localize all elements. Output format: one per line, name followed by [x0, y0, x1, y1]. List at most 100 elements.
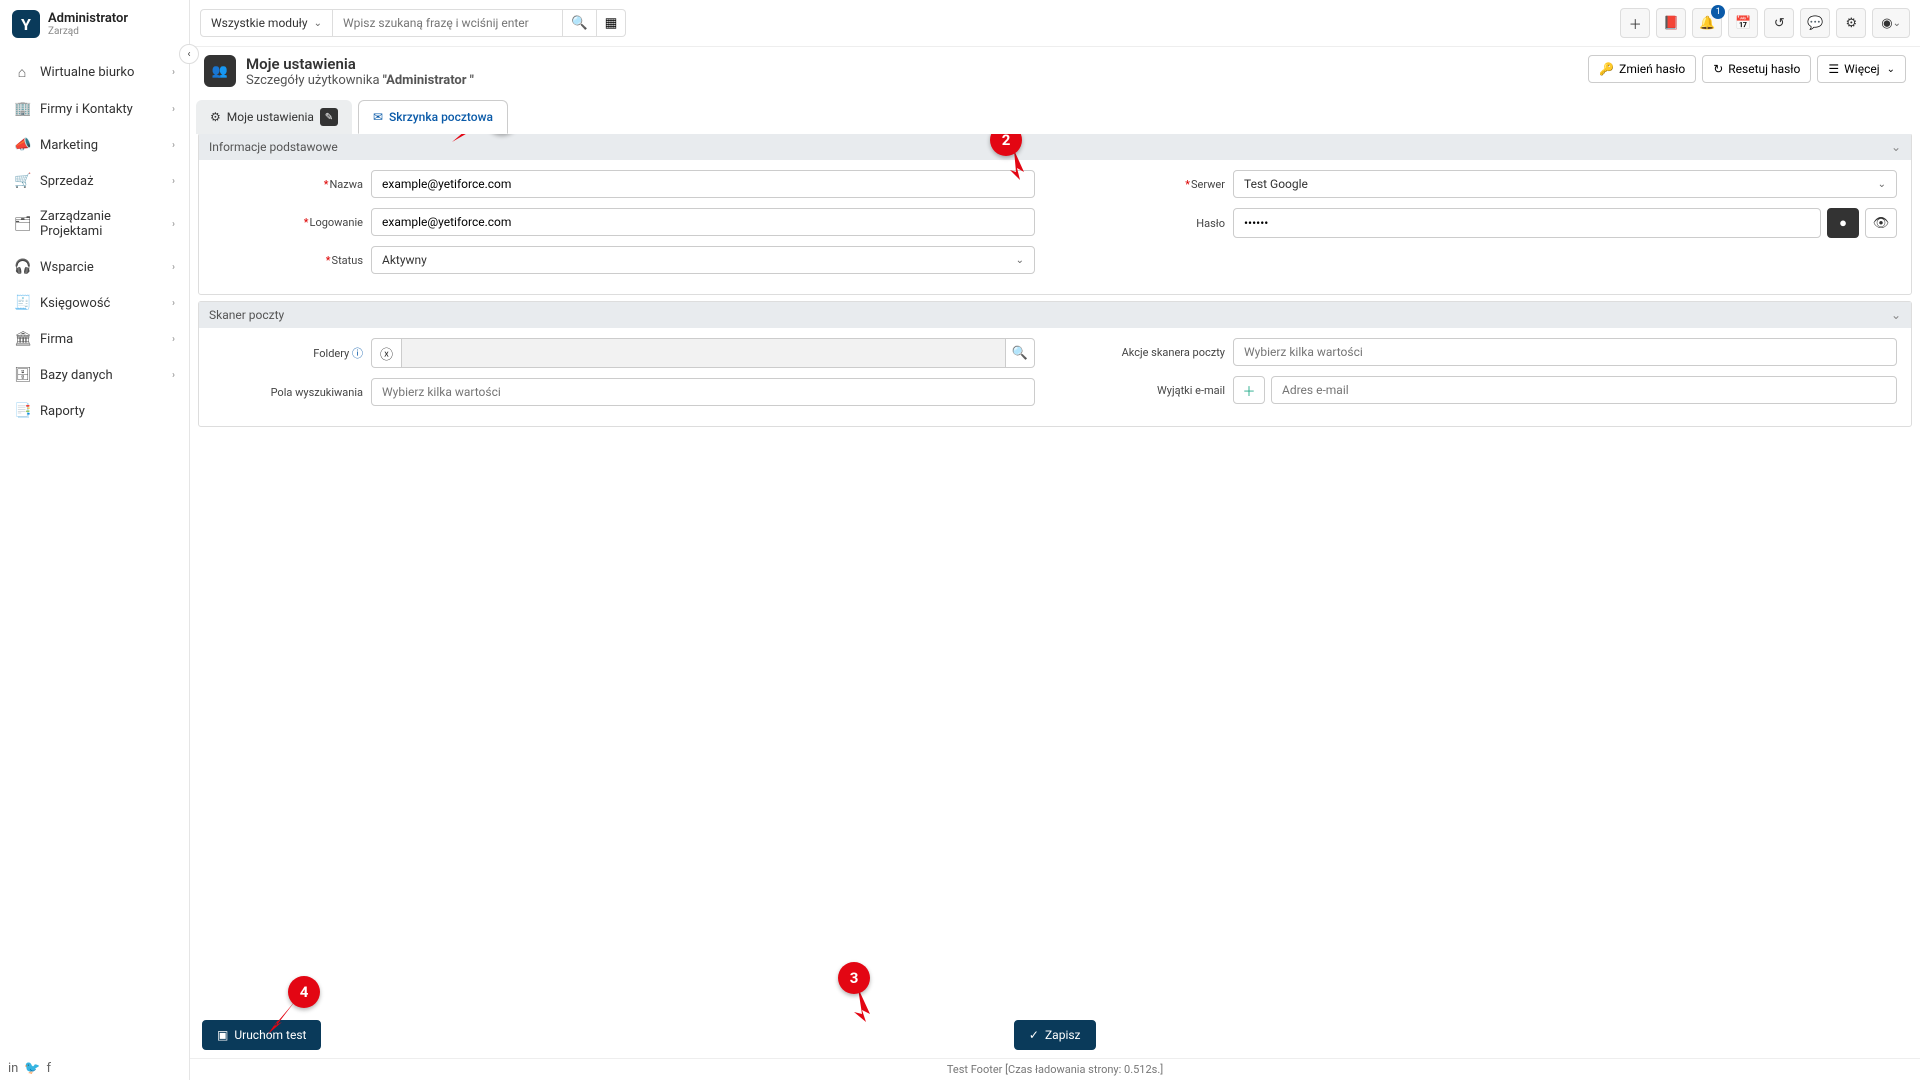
label-name: Nazwa	[213, 178, 363, 191]
nav-label: Firma	[40, 332, 73, 347]
briefcase-icon: 🗂	[14, 216, 30, 232]
advanced-search-button[interactable]: ▦	[597, 9, 627, 37]
search-icon: 🔍	[571, 16, 588, 31]
user-name: Administrator	[48, 11, 128, 26]
row-scanner-actions: Akcje skanera poczty	[1075, 338, 1897, 366]
save-button[interactable]: ✓Zapisz	[1014, 1020, 1096, 1050]
nav-virtual-office[interactable]: ⌂Wirtualne biurko›	[0, 54, 189, 91]
label-password: Hasło	[1075, 217, 1225, 230]
add-button[interactable]: ＋	[1620, 8, 1650, 38]
input-email-exception[interactable]	[1271, 376, 1897, 404]
page-header: 👥 Moje ustawienia Szczegóły użytkownika …	[190, 47, 1920, 96]
nav-company[interactable]: 🏛 Firma ›	[0, 321, 189, 357]
nav-databases[interactable]: 🗄 Bazy danych ›	[0, 357, 189, 393]
chevron-right-icon: ›	[172, 370, 175, 381]
label-scanner-actions: Akcje skanera poczty	[1075, 346, 1225, 359]
more-actions-button[interactable]: ☰Więcej	[1817, 55, 1906, 83]
page-subtitle: Szczegóły użytkownika "Administrator "	[246, 73, 474, 88]
module-select[interactable]: Wszystkie moduły⌄	[200, 9, 333, 37]
select-value: Aktywny	[382, 253, 427, 267]
select-server[interactable]: Test Google⌄	[1233, 170, 1897, 198]
nav-marketing[interactable]: 📣Marketing›	[0, 127, 189, 163]
nav-label: Sprzedaż	[40, 174, 94, 189]
book-button[interactable]: 📕	[1656, 8, 1686, 38]
linkedin-icon[interactable]: in	[8, 1061, 18, 1076]
notifications-button[interactable]: 🔔1	[1692, 8, 1722, 38]
page-title: Moje ustawienia	[246, 55, 474, 73]
reset-password-button[interactable]: ↻Resetuj hasło	[1702, 55, 1811, 83]
topbar: Wszystkie moduły⌄ 🔍 ▦ ＋ 📕 🔔1 📅 ↺ 💬 ⚙ ◉⌄	[190, 0, 1920, 47]
folders-clear-button[interactable]: ⓧ	[371, 338, 401, 368]
info-icon[interactable]: ⓘ	[352, 347, 363, 360]
sidebar-collapse-button[interactable]: ‹	[179, 44, 199, 64]
input-login[interactable]	[371, 208, 1035, 236]
nav-label: Marketing	[40, 138, 98, 153]
chat-icon: 💬	[1807, 16, 1823, 31]
collapse-icon[interactable]: ⌄	[1891, 308, 1901, 322]
mail-icon: ✉	[373, 110, 383, 124]
chevron-right-icon: ›	[172, 176, 175, 187]
input-search-fields[interactable]	[371, 378, 1035, 406]
content: Informacje podstawowe⌄ Nazwa Logowanie S…	[190, 134, 1920, 1080]
row-password: Hasło ● 👁	[1075, 208, 1897, 238]
global-search: Wszystkie moduły⌄ 🔍 ▦	[200, 9, 626, 37]
status-footer: Test Footer [Czas ładowania strony: 0.51…	[190, 1058, 1920, 1080]
notif-badge: 1	[1711, 5, 1725, 19]
nav-projects[interactable]: 🗂Zarządzanie Projektami›	[0, 199, 189, 249]
tab-my-settings[interactable]: ⚙Moje ustawienia✎	[196, 100, 352, 134]
edit-icon[interactable]: ✎	[320, 108, 338, 126]
chevron-down-icon: ⌄	[1016, 255, 1024, 266]
chat-button[interactable]: 💬	[1800, 8, 1830, 38]
select-status[interactable]: Aktywny ⌄	[371, 246, 1035, 274]
page-title-block: Moje ustawienia Szczegóły użytkownika "A…	[246, 55, 474, 88]
history-button[interactable]: ↺	[1764, 8, 1794, 38]
search-button[interactable]: 🔍	[563, 9, 597, 37]
exception-add-button[interactable]: ＋	[1233, 376, 1265, 404]
gear-icon: ⚙	[210, 110, 221, 124]
book-icon: 📕	[1663, 16, 1679, 31]
list-icon: ☰	[1828, 62, 1839, 76]
row-login: Logowanie	[213, 208, 1035, 236]
sidebar: Y Administrator Zarząd ‹ ⌂Wirtualne biur…	[0, 0, 190, 1080]
nav-label: Bazy danych	[40, 368, 113, 383]
nav-label: Księgowość	[40, 296, 110, 311]
user-role: Zarząd	[48, 26, 128, 37]
section-title: Skaner poczty	[209, 308, 284, 322]
twitter-icon[interactable]: 🐦	[24, 1061, 40, 1076]
collapse-icon[interactable]: ⌄	[1891, 140, 1901, 154]
tab-mailbox[interactable]: ✉Skrzynka pocztowa	[358, 100, 508, 134]
search-input[interactable]	[333, 9, 563, 37]
database-icon: 🗄	[14, 367, 30, 383]
settings-button[interactable]: ⚙	[1836, 8, 1866, 38]
user-info: Administrator Zarząd	[48, 11, 128, 37]
chevron-right-icon: ›	[172, 334, 175, 345]
calendar-button[interactable]: 📅	[1728, 8, 1758, 38]
user-menu[interactable]: ◉⌄	[1872, 8, 1910, 38]
nav-sales[interactable]: 🛒Sprzedaż›	[0, 163, 189, 199]
nav-label: Zarządzanie Projektami	[40, 209, 162, 239]
input-name[interactable]	[371, 170, 1035, 198]
receipt-icon: 🧾	[14, 295, 30, 311]
run-test-button[interactable]: ▣Uruchom test	[202, 1020, 321, 1050]
label-folders: Foldery ⓘ	[213, 345, 363, 361]
folders-search-button[interactable]: 🔍	[1005, 338, 1035, 368]
input-scanner-actions[interactable]	[1233, 338, 1897, 366]
nav-label: Firmy i Kontakty	[40, 102, 133, 117]
institution-icon: 🏛	[14, 331, 30, 347]
nav-support[interactable]: 🎧Wsparcie›	[0, 249, 189, 285]
facebook-icon[interactable]: f	[47, 1061, 52, 1076]
section-header: Skaner poczty ⌄	[199, 302, 1911, 328]
chevron-right-icon: ›	[172, 67, 175, 78]
chevron-down-icon: ⌄	[314, 18, 322, 29]
home-icon: ⌂	[14, 64, 30, 81]
password-generate-button[interactable]: ●	[1827, 208, 1859, 238]
label-login: Logowanie	[213, 216, 363, 229]
nav-reports[interactable]: 📑Raporty	[0, 393, 189, 429]
callout-4: 4	[288, 976, 320, 1008]
change-password-button[interactable]: 🔑Zmień hasło	[1588, 55, 1696, 83]
nav-companies[interactable]: 🏢Firmy i Kontakty›	[0, 91, 189, 127]
password-show-button[interactable]: 👁	[1865, 208, 1897, 238]
nav-accounting[interactable]: 🧾Księgowość›	[0, 285, 189, 321]
input-password[interactable]	[1233, 208, 1821, 238]
label-server: Serwer	[1075, 178, 1225, 191]
